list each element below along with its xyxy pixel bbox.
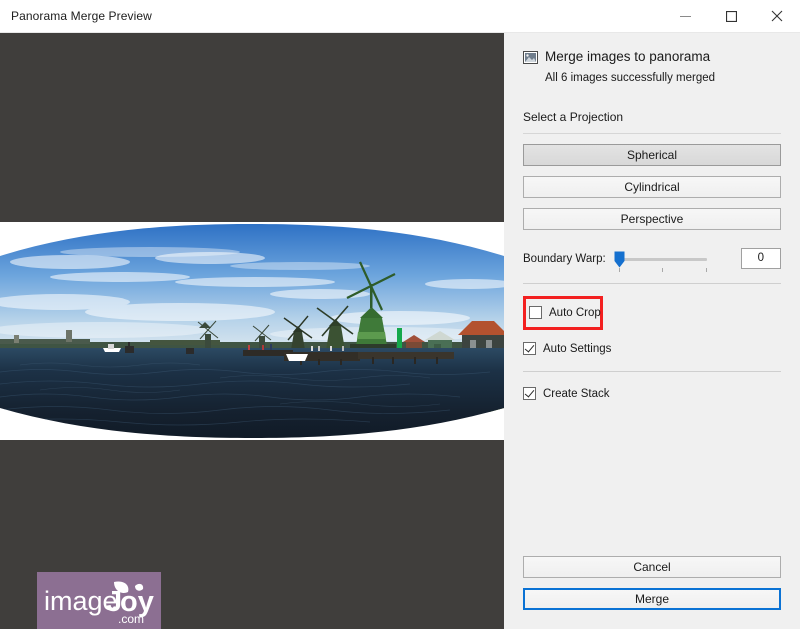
slider-thumb[interactable] xyxy=(614,251,625,268)
merge-button[interactable]: Merge xyxy=(523,588,781,610)
imagejoy-logo-icon: image J oy .com xyxy=(44,581,154,626)
panorama-merge-preview-window: Panorama Merge Preview image J oy .com M… xyxy=(0,0,800,629)
picture-icon xyxy=(523,51,538,69)
minimize-icon xyxy=(679,15,691,17)
maximize-icon xyxy=(725,10,737,22)
minimize-button[interactable] xyxy=(662,0,708,33)
warp-divider xyxy=(523,282,781,284)
auto-crop-checkbox[interactable] xyxy=(529,306,542,320)
create-stack-row[interactable]: Create Stack xyxy=(523,385,781,403)
window-body: image J oy .com Merge images to panorama… xyxy=(0,33,800,629)
projection-cylindrical-button[interactable]: Cylindrical xyxy=(523,175,781,198)
auto-crop-row[interactable]: Auto Crop xyxy=(529,304,601,322)
boundary-warp-row: Boundary Warp: 0 xyxy=(523,248,781,272)
window-controls xyxy=(662,0,800,33)
slider-ticks xyxy=(618,267,707,272)
panorama-canvas xyxy=(0,222,504,440)
create-stack-checkbox[interactable] xyxy=(523,387,536,401)
merge-header: Merge images to panorama xyxy=(523,49,781,69)
maximize-button[interactable] xyxy=(708,0,754,33)
auto-crop-highlight: Auto Crop xyxy=(523,295,603,330)
panorama-image xyxy=(0,222,504,440)
boundary-warp-label: Boundary Warp: xyxy=(523,252,606,265)
imagejoy-watermark: image J oy .com xyxy=(37,572,161,629)
options-panel: Merge images to panorama All 6 images su… xyxy=(504,33,800,629)
projection-perspective-button[interactable]: Perspective xyxy=(523,207,781,230)
svg-text:.com: .com xyxy=(118,612,144,626)
boundary-warp-slider[interactable] xyxy=(614,248,707,272)
panorama-artwork xyxy=(0,222,504,440)
slider-track xyxy=(618,257,707,261)
panel-spacer xyxy=(523,403,781,556)
close-button[interactable] xyxy=(754,0,800,33)
settings-divider xyxy=(523,370,781,372)
projection-divider xyxy=(523,132,781,134)
auto-settings-label: Auto Settings xyxy=(543,342,612,355)
merge-title: Merge images to panorama xyxy=(545,49,711,64)
panorama-preview-pane[interactable]: image J oy .com xyxy=(0,33,504,629)
footer-padding xyxy=(523,610,781,629)
footer-button-gap xyxy=(523,578,781,588)
auto-settings-checkbox[interactable] xyxy=(523,342,536,356)
window-title: Panorama Merge Preview xyxy=(11,9,152,23)
boundary-warp-value-field[interactable]: 0 xyxy=(740,248,781,270)
auto-crop-label: Auto Crop xyxy=(549,306,601,319)
title-bar: Panorama Merge Preview xyxy=(0,0,800,33)
projection-section-label: Select a Projection xyxy=(523,109,624,124)
projection-spherical-button[interactable]: Spherical xyxy=(523,143,781,166)
close-icon xyxy=(771,10,783,22)
cancel-button[interactable]: Cancel xyxy=(523,556,781,578)
merge-subtitle: All 6 images successfully merged xyxy=(545,72,716,84)
create-stack-label: Create Stack xyxy=(543,387,610,400)
auto-settings-row[interactable]: Auto Settings xyxy=(523,340,781,358)
